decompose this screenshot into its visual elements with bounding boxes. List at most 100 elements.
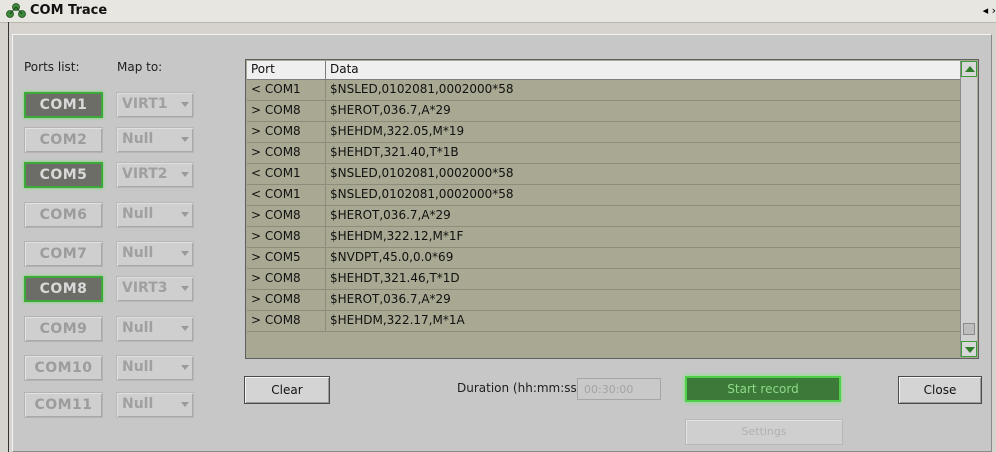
port-button-com1[interactable]: COM1 xyxy=(24,92,103,118)
column-divider xyxy=(325,164,326,184)
map-select-com6[interactable]: Null xyxy=(116,202,194,228)
settings-button[interactable]: Settings xyxy=(685,419,843,445)
column-divider xyxy=(325,80,326,100)
table-row[interactable]: > COM8 $HEROT,036.7,A*29 xyxy=(247,290,960,311)
cell-data: $HEHDM,322.05,M*19 xyxy=(330,124,465,138)
column-divider[interactable] xyxy=(325,61,326,79)
cell-port: > COM8 xyxy=(251,124,301,138)
map-select-value: VIRT1 xyxy=(122,96,168,112)
cell-port: < COM1 xyxy=(251,187,301,201)
column-divider xyxy=(325,206,326,226)
map-select-value: Null xyxy=(122,131,154,147)
column-divider xyxy=(325,227,326,247)
scroll-arrows-icon[interactable]: ◂ › xyxy=(983,4,996,17)
cell-port: > COM8 xyxy=(251,103,301,117)
port-button-com7[interactable]: COM7 xyxy=(24,241,103,267)
table-header: Port Data xyxy=(247,61,960,80)
port-button-com9[interactable]: COM9 xyxy=(24,316,103,342)
map-to-label: Map to: xyxy=(117,60,163,74)
cell-data: $HEROT,036.7,A*29 xyxy=(330,292,451,306)
chevron-down-icon xyxy=(181,326,189,331)
cell-port: > COM8 xyxy=(251,271,301,285)
table-row[interactable]: > COM8 $HEHDT,321.40,T*1B xyxy=(247,143,960,164)
ports-list-label: Ports list: xyxy=(24,60,80,74)
map-select-value: Null xyxy=(122,320,154,336)
map-select-com10[interactable]: Null xyxy=(116,355,194,381)
main-panel: Ports list: Map to: COM1 VIRT1 COM2 Null… xyxy=(12,34,992,452)
cell-data: $HEROT,036.7,A*29 xyxy=(330,208,451,222)
duration-label: Duration (hh:mm:ss): xyxy=(457,381,586,395)
port-button-com6[interactable]: COM6 xyxy=(24,202,103,228)
cell-port: > COM8 xyxy=(251,313,301,327)
cell-port: < COM1 xyxy=(251,166,301,180)
port-button-com2[interactable]: COM2 xyxy=(24,127,103,153)
close-button[interactable]: Close xyxy=(898,376,982,404)
cell-data: $HEHDT,321.46,T*1D xyxy=(330,271,460,285)
scroll-down-button[interactable] xyxy=(961,341,977,357)
clear-button[interactable]: Clear xyxy=(244,376,330,404)
map-select-com1[interactable]: VIRT1 xyxy=(116,92,194,118)
cell-data: $NSLED,0102081,0002000*58 xyxy=(330,166,514,180)
vertical-scrollbar[interactable] xyxy=(960,61,977,357)
map-select-com11[interactable]: Null xyxy=(116,392,194,418)
column-divider xyxy=(325,185,326,205)
trace-table[interactable]: Port Data < COM1 $NSLED,0102081,0002000*5… xyxy=(245,59,979,359)
port-button-com11[interactable]: COM11 xyxy=(24,392,103,418)
map-select-com7[interactable]: Null xyxy=(116,241,194,267)
cell-port: > COM8 xyxy=(251,145,301,159)
scroll-up-button[interactable] xyxy=(961,61,977,77)
network-nodes-icon xyxy=(6,3,26,18)
cell-data: $HEHDM,322.17,M*1A xyxy=(330,313,465,327)
chevron-down-icon xyxy=(181,137,189,142)
frame-border xyxy=(8,22,9,452)
port-button-com8[interactable]: COM8 xyxy=(24,276,103,302)
com-trace-window: COM Trace ◂ › Ports list: Map to: COM1 V… xyxy=(0,0,996,452)
cell-port: > COM8 xyxy=(251,229,301,243)
map-select-value: VIRT3 xyxy=(122,280,168,296)
map-select-com2[interactable]: Null xyxy=(116,127,194,153)
cell-data: $HEHDM,322.12,M*1F xyxy=(330,229,464,243)
chevron-down-icon xyxy=(181,212,189,217)
table-row[interactable]: > COM8 $HEROT,036.7,A*29 xyxy=(247,101,960,122)
cell-data: $NSLED,0102081,0002000*58 xyxy=(330,187,514,201)
map-select-value: Null xyxy=(122,206,154,222)
port-button-com10[interactable]: COM10 xyxy=(24,355,103,381)
column-divider xyxy=(325,269,326,289)
port-button-com5[interactable]: COM5 xyxy=(24,162,103,188)
table-row[interactable]: < COM1 $NSLED,0102081,0002000*58 xyxy=(247,164,960,185)
map-select-value: Null xyxy=(122,359,154,375)
table-row[interactable]: > COM8 $HEHDM,322.12,M*1F xyxy=(247,227,960,248)
map-select-com8[interactable]: VIRT3 xyxy=(116,276,194,302)
map-select-com9[interactable]: Null xyxy=(116,316,194,342)
map-select-value: VIRT2 xyxy=(122,166,168,182)
cell-data: $NSLED,0102081,0002000*58 xyxy=(330,82,514,96)
duration-input[interactable]: 00:30:00 xyxy=(577,378,661,400)
table-row[interactable]: > COM8 $HEHDM,322.17,M*1A xyxy=(247,311,960,332)
cell-port: < COM1 xyxy=(251,82,301,96)
scroll-thumb[interactable] xyxy=(963,323,975,335)
table-row[interactable]: < COM1 $NSLED,0102081,0002000*58 xyxy=(247,185,960,206)
arrow-up-icon xyxy=(965,66,975,72)
column-divider xyxy=(325,248,326,268)
column-divider xyxy=(325,101,326,121)
table-row[interactable]: > COM8 $HEHDM,322.05,M*19 xyxy=(247,122,960,143)
map-select-com5[interactable]: VIRT2 xyxy=(116,162,194,188)
start-record-button[interactable]: Start record xyxy=(685,376,841,402)
chevron-down-icon xyxy=(181,365,189,370)
column-header-port[interactable]: Port xyxy=(251,62,275,76)
column-header-data[interactable]: Data xyxy=(330,62,359,76)
table-row[interactable]: > COM5 $NVDPT,45.0,0.0*69 xyxy=(247,248,960,269)
chevron-down-icon xyxy=(181,102,189,107)
column-divider xyxy=(325,311,326,331)
cell-data: $HEROT,036.7,A*29 xyxy=(330,103,451,117)
column-divider xyxy=(325,122,326,142)
chevron-down-icon xyxy=(181,286,189,291)
table-row[interactable]: < COM1 $NSLED,0102081,0002000*58 xyxy=(247,80,960,101)
table-row[interactable]: > COM8 $HEROT,036.7,A*29 xyxy=(247,206,960,227)
chevron-down-icon xyxy=(181,251,189,256)
cell-port: > COM8 xyxy=(251,292,301,306)
table-row[interactable]: > COM8 $HEHDT,321.46,T*1D xyxy=(247,269,960,290)
arrow-down-icon xyxy=(965,347,975,353)
cell-data: $HEHDT,321.40,T*1B xyxy=(330,145,459,159)
cell-port: > COM5 xyxy=(251,250,301,264)
